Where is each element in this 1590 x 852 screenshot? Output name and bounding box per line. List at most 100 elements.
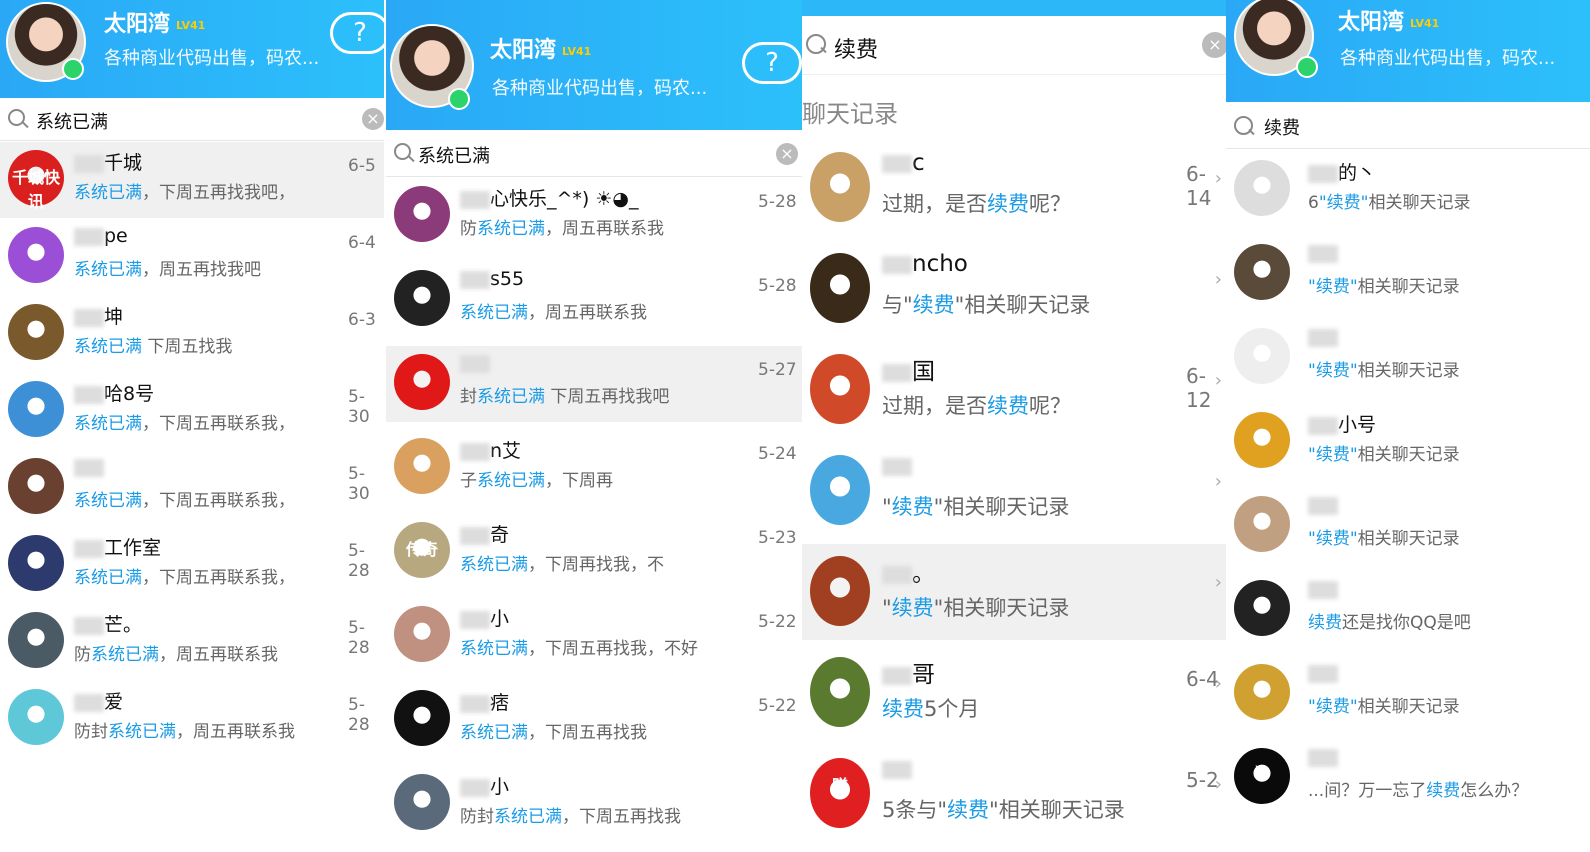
list-item[interactable]: 小系统已满，下周五再找我，不好 5-22 [386, 598, 802, 674]
list-item[interactable]: pe 系统已满，周五再找我吧 6-4 [0, 219, 384, 295]
highlight-keyword: 系统已满 [460, 723, 528, 743]
contact-name: 哥 [882, 655, 935, 689]
list-item[interactable]: 的丶 6"续费"相关聊天记录 [1226, 152, 1590, 228]
contact-name: n艾 [460, 436, 521, 463]
avatar: 传奇 [394, 522, 450, 578]
message-text: ，下周五再找我，不好 [528, 639, 698, 659]
message-preview: ...间？万一忘了续费怎么办？ [1308, 776, 1528, 801]
redacted-block [74, 539, 104, 558]
search-bar[interactable]: 续费 × [802, 16, 1226, 75]
help-cloud-icon[interactable]: ? [742, 42, 802, 84]
list-item[interactable]: "续费"相关聊天记录 › [802, 443, 1226, 539]
list-item[interactable]: 爱防封系统已满，周五再联系我 5-28 [0, 681, 384, 757]
timestamp: 5-22 [758, 696, 797, 716]
list-item[interactable]: 国过期，是否续费呢？ 6-12 › [802, 342, 1226, 438]
highlight-keyword: 续费 [987, 192, 1029, 216]
search-bar[interactable]: 系统已满 × [0, 98, 384, 141]
search-icon [806, 34, 826, 54]
contact-name [882, 453, 912, 479]
online-status-icon [448, 88, 470, 110]
help-cloud-icon[interactable]: ? [330, 12, 384, 54]
search-input[interactable]: 续费 [834, 32, 878, 64]
timestamp: 6-5 [348, 156, 376, 176]
contact-name: c [882, 150, 925, 176]
list-item[interactable]: "续费"相关聊天记录 [1226, 320, 1590, 396]
list-item[interactable]: 。 "续费"相关聊天记录 › [802, 544, 1226, 640]
profile-header: 太阳湾 LV41 各种商业代码出售，码农... ? [386, 0, 802, 130]
avatar [1234, 328, 1290, 384]
profile-name: 太阳湾 LV41 [104, 6, 205, 38]
highlight-keyword: 续费 [891, 495, 934, 519]
search-bar[interactable]: 续费 [1226, 102, 1590, 149]
avatar-text: 赚 [831, 776, 848, 795]
redacted-block [1308, 164, 1338, 183]
list-item[interactable]: 小号 "续费"相关聊天记录 [1226, 404, 1590, 480]
message-text: ，下周五再联系我， [142, 414, 295, 434]
panel-2: 太阳湾 LV41 各种商业代码出售，码农... ? 系统已满 × 心快乐_^*) … [386, 0, 802, 852]
list-item[interactable]: 8 哈8号 系统已满，下周五再联系我， 5-30 [0, 373, 384, 449]
list-item[interactable]: s55 系统已满，周五再联系我 5-28 [386, 262, 802, 338]
contact-name: 哈8号 [74, 379, 154, 406]
message-preview: 系统已满，下周五再找我，不好 [460, 634, 698, 659]
list-item[interactable]: ♏ ...间？万一忘了续费怎么办？ [1226, 740, 1590, 816]
list-item[interactable]: 痞系统已满，下周五再找我 5-22 [386, 682, 802, 758]
chevron-right-icon: › [1214, 269, 1222, 290]
list-item[interactable]: 传奇 奇系统已满，下周再找我，不 5-23 [386, 514, 802, 590]
message-text: 呢？ [1029, 192, 1071, 216]
highlight-keyword: 系统已满 [460, 303, 528, 323]
highlight-keyword: 续费 [882, 697, 924, 721]
avatar [394, 354, 450, 410]
list-item[interactable]: ncho 与"续费"相关聊天记录 › [802, 241, 1226, 337]
redacted-block [460, 190, 490, 209]
redacted-block [74, 458, 104, 477]
timestamp: 5-28 [758, 192, 797, 212]
search-input[interactable]: 系统已满 [418, 142, 490, 168]
contact-name-text: 痞 [490, 692, 510, 714]
list-item[interactable]: 续费还是找你QQ是吧 [1226, 572, 1590, 648]
message-text: " [882, 596, 892, 620]
list-item[interactable]: 工作室 系统已满，下周五再联系我， 5-28 [0, 527, 384, 603]
message-text: 下周五再找我吧 [545, 387, 670, 407]
message-text: 防封 [460, 807, 494, 827]
search-input[interactable]: 系统已满 [36, 108, 108, 134]
redacted-block [460, 354, 490, 373]
contact-name-text: 小号 [1338, 414, 1377, 436]
list-item[interactable]: 赚 5条与"续费"相关聊天记录 5-2 › [802, 746, 1226, 842]
level-badge: LV41 [562, 44, 592, 58]
list-item[interactable]: "续费"相关聊天记录 [1226, 236, 1590, 312]
avatar [8, 304, 64, 360]
search-input[interactable]: 续费 [1264, 114, 1300, 140]
highlight-keyword: "续费" [1308, 277, 1358, 297]
list-item[interactable]: c 过期，是否续费呢？ 6-14 › [802, 140, 1226, 236]
list-item[interactable]: 系统已满，下周五再联系我， 5-30 [0, 450, 384, 526]
search-bar[interactable]: 系统已满 × [386, 130, 802, 177]
timestamp: 5-30 [348, 387, 370, 427]
list-item[interactable]: "续费"相关聊天记录 [1226, 656, 1590, 732]
list-item[interactable]: 芒。 防系统已满，周五再联系我 5-28 [0, 604, 384, 680]
message-text: 封 [460, 387, 477, 407]
list-item[interactable]: 封系统已满 下周五再找我吧 5-27 [386, 346, 802, 422]
highlight-keyword: "续费" [1308, 361, 1358, 381]
avatar [394, 690, 450, 746]
clear-search-icon[interactable]: × [1202, 32, 1226, 58]
list-item[interactable]: "续费"相关聊天记录 [1226, 488, 1590, 564]
list-item[interactable]: 千城快讯 千城 系统已满，下周五再找我吧， 6-5 [0, 142, 384, 218]
clear-search-icon[interactable]: × [362, 108, 384, 130]
message-text: "相关聊天记录 [989, 798, 1125, 822]
list-item[interactable]: 心快乐_^*) ☀◕_ 防系统已满，周五再联系我 5-28 [386, 178, 802, 254]
message-text: ，周五再联系我 [176, 722, 295, 742]
message-text: "相关聊天记录 [933, 596, 1070, 620]
search-icon [8, 109, 25, 126]
message-preview: "续费"相关聊天记录 [1308, 692, 1460, 717]
list-item[interactable]: 哥续费5个月 6-4 › [802, 645, 1226, 741]
message-text: ，下周五再找我吧， [142, 183, 295, 203]
list-item[interactable]: 小防封系统已满，下周五再找我 [386, 766, 802, 842]
timestamp: 5-28 [348, 541, 370, 581]
message-preview: 系统已满，下周五再联系我， [74, 486, 295, 511]
list-item[interactable]: 坤系统已满 下周五找我 6-3 [0, 296, 384, 372]
message-text: 6 [1308, 193, 1319, 213]
message-text: ，下周五再联系我， [142, 491, 295, 511]
list-item[interactable]: n艾 子系统已满，下周再 5-24 [386, 430, 802, 506]
clear-search-icon[interactable]: × [776, 143, 798, 165]
contact-name: 芒。 [74, 610, 142, 637]
